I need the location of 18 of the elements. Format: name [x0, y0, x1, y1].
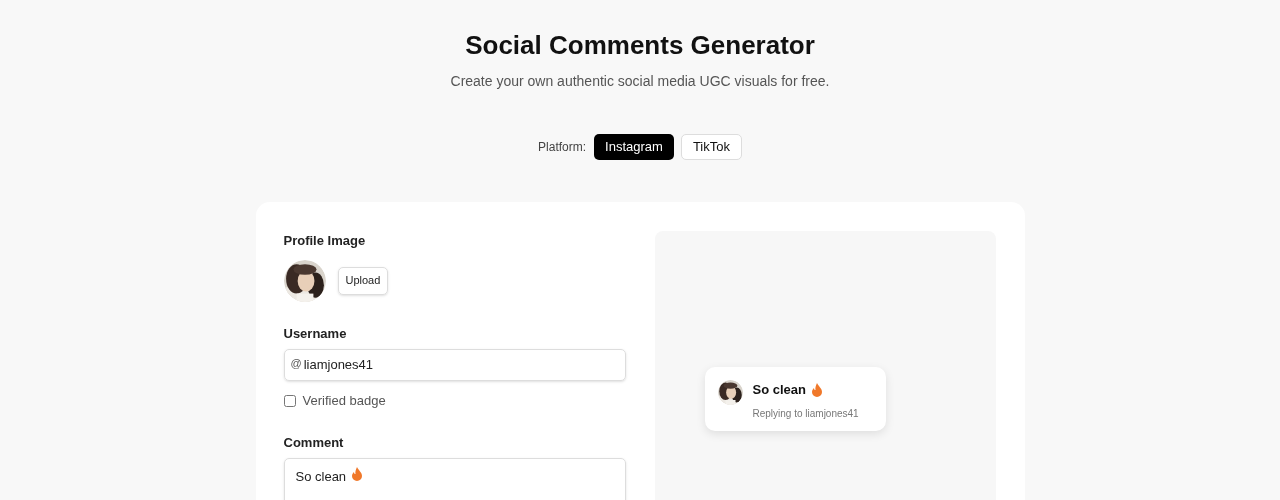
at-prefix: @ — [290, 355, 302, 371]
reply-text: Replying to liamjones41 — [752, 406, 859, 421]
field-label: Profile Image — [283, 232, 367, 250]
flame-icon — [810, 382, 823, 397]
username-field[interactable]: @liamjones41 — [283, 349, 626, 381]
page-title: Social Comments Generator — [465, 29, 815, 62]
checkbox-label: Verified badge — [302, 392, 386, 410]
flame-icon — [351, 467, 364, 481]
platform-tab[interactable]: Instagram — [594, 134, 674, 160]
field-label: Comment — [283, 433, 345, 452]
platform-label: Platform: — [538, 139, 587, 156]
verified-checkbox[interactable] — [283, 394, 296, 407]
platform-tab[interactable]: TikTok — [680, 134, 742, 160]
comment-text: So clean — [752, 381, 806, 399]
comment-field[interactable]: So clean — [283, 458, 626, 500]
page-subtitle: Create your own authentic social media UGC visuals for free. — [450, 72, 830, 91]
upload-button[interactable]: Upload — [337, 266, 389, 295]
field-label: Username — [283, 324, 348, 343]
